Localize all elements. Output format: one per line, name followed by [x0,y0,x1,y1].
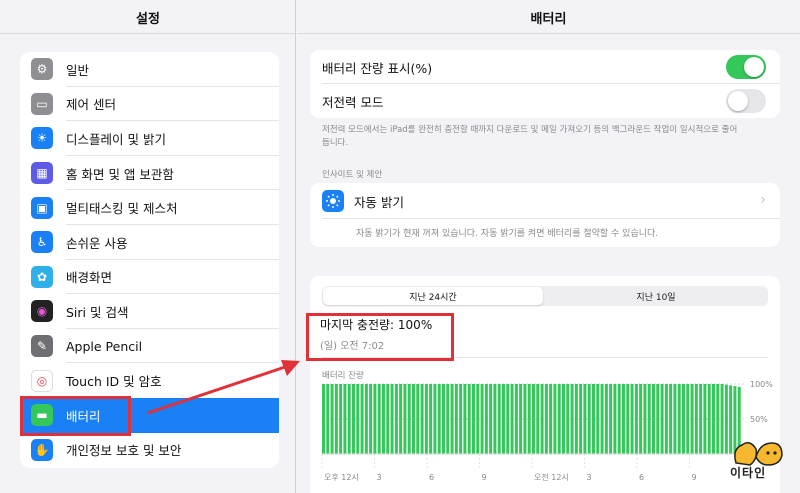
watermark-logo: 이타인 [728,435,788,481]
watermark-text: 이타인 [730,466,767,480]
annotation-arrow [147,360,300,415]
